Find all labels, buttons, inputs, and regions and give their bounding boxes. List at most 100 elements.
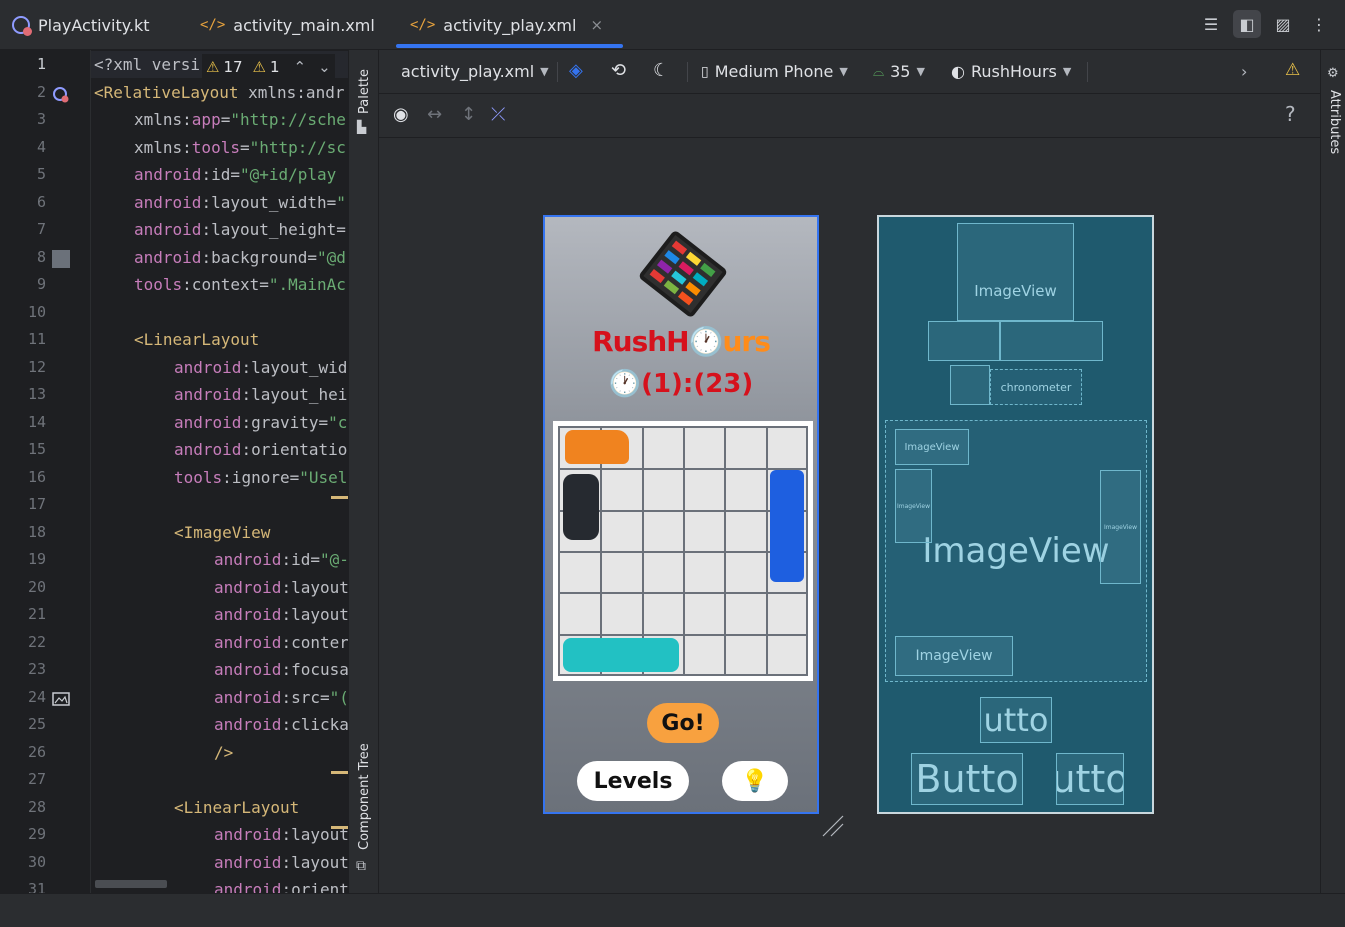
help-icon[interactable]: ? xyxy=(1285,102,1296,126)
night-mode-icon[interactable]: ☾ xyxy=(653,60,669,81)
code-line[interactable]: xmlns:tools="http://sc xyxy=(91,134,346,161)
blueprint-preview[interactable]: ImageView chronometer ImageView ImageVie… xyxy=(877,215,1154,814)
code-line[interactable]: <RelativeLayout xmlns:andr xyxy=(91,79,344,106)
code-line[interactable]: android:layout_width=" xyxy=(91,189,346,216)
blueprint-chronometer[interactable]: chronometer xyxy=(990,369,1082,405)
code-line[interactable]: android:clicka xyxy=(91,711,348,738)
code-line[interactable]: android:layout_height= xyxy=(91,216,346,243)
code-line[interactable]: android:focusa xyxy=(91,656,348,683)
code-line[interactable]: android:orientatio xyxy=(91,436,347,463)
tab-activity-main-xml[interactable]: </> activity_main.xml xyxy=(200,0,375,50)
code-line[interactable]: xmlns:app="http://sche xyxy=(91,106,346,133)
code-editor[interactable]: <?xml versi <RelativeLayout xmlns:andr xml… xyxy=(90,50,348,893)
issues-warning-icon[interactable]: ⚠ xyxy=(1285,60,1300,80)
levels-button[interactable]: Levels xyxy=(577,761,689,801)
cyan-truck[interactable] xyxy=(563,638,679,672)
blueprint-imageview-car-4[interactable]: ImageView xyxy=(895,636,1013,676)
code-line[interactable]: android:layout xyxy=(91,821,348,848)
code-line[interactable]: android:layout xyxy=(91,601,348,628)
blueprint-hint-button[interactable]: utto xyxy=(1056,753,1124,805)
device-selector[interactable]: ▯ Medium Phone ▼ xyxy=(701,62,848,81)
code-line[interactable]: android:layout_wid xyxy=(91,354,347,381)
file-selector[interactable]: activity_play.xml ▼ xyxy=(401,62,549,81)
design-view-icon[interactable]: ▨ xyxy=(1269,10,1297,38)
design-surface-icon[interactable]: ◈ xyxy=(569,60,583,81)
code-line[interactable] xyxy=(91,491,94,518)
orange-car[interactable] xyxy=(565,430,629,464)
split-view-icon[interactable]: ◧ xyxy=(1233,10,1261,38)
go-button[interactable]: Go! xyxy=(647,703,719,743)
code-token: android xyxy=(174,440,242,459)
activity-gutter-icon[interactable] xyxy=(52,85,70,103)
code-line[interactable]: android:id="@- xyxy=(91,546,348,573)
chevron-right-icon[interactable]: › xyxy=(1241,62,1247,81)
inspection-widget[interactable]: ⚠ 17 ⚠ 1 ⌃ ⌄ xyxy=(202,54,335,80)
line-number: 4 xyxy=(36,137,46,156)
code-line[interactable]: android:layout xyxy=(91,849,348,876)
code-line[interactable]: <LinearLayout xyxy=(91,794,299,821)
resize-handle-icon[interactable] xyxy=(821,814,845,838)
code-line[interactable] xyxy=(91,766,94,793)
design-canvas[interactable]: RushH🕐urs 🕐(1):(23) Go! Levels 💡 ImageVi… xyxy=(379,138,1320,893)
more-options-icon[interactable]: ⋮ xyxy=(1305,10,1333,38)
code-line[interactable]: /> xyxy=(91,739,233,766)
code-line[interactable]: android:id="@+id/play xyxy=(91,161,336,188)
constraint-autoconnect-icon[interactable]: ⤫ xyxy=(491,104,505,125)
blue-truck[interactable] xyxy=(770,470,804,582)
blueprint-imageview-car-1[interactable]: ImageView xyxy=(895,429,969,465)
code-line[interactable]: tools:context=".MainAc xyxy=(91,271,346,298)
blueprint-imageview-logo[interactable]: ImageView xyxy=(957,223,1074,321)
image-preview-icon[interactable] xyxy=(52,690,70,708)
code-line[interactable]: <LinearLayout xyxy=(91,326,259,353)
tab-activity-play-xml[interactable]: </> activity_play.xml × xyxy=(395,0,624,50)
code-token: android xyxy=(174,357,242,377)
code-token: = xyxy=(239,137,250,157)
clock-icon: 🕐 xyxy=(688,325,724,358)
file-selector-label: activity_play.xml xyxy=(401,62,535,81)
code-line[interactable]: <ImageView xyxy=(91,519,270,546)
code-line[interactable]: android:gravity="c xyxy=(91,409,347,436)
hint-button[interactable]: 💡 xyxy=(722,761,788,801)
code-token: :id= xyxy=(201,165,240,184)
black-car[interactable] xyxy=(563,474,599,540)
tab-playactivity-kt[interactable]: PlayActivity.kt xyxy=(12,0,150,50)
component-tree-tab[interactable]: Component Tree xyxy=(357,743,372,850)
blueprint-levels-button[interactable]: Butto xyxy=(911,753,1023,805)
game-board[interactable] xyxy=(553,421,813,681)
api-level-selector[interactable]: ⌓ 35 ▼ xyxy=(873,62,925,81)
title-part-1: RushH xyxy=(592,325,690,358)
code-line[interactable]: android:conter xyxy=(91,629,348,656)
code-line[interactable]: android:background="@d xyxy=(91,244,346,271)
blueprint-imageview-car-3[interactable]: ImageView xyxy=(1100,470,1141,584)
blueprint-label: chronometer xyxy=(1000,380,1072,394)
blueprint-clock-icon[interactable] xyxy=(950,365,990,405)
vertical-resize-icon[interactable]: ↕ xyxy=(461,104,476,125)
view-options-eye-icon[interactable]: ◉ xyxy=(393,104,409,125)
app-logo-image[interactable] xyxy=(633,229,733,319)
code-line[interactable]: android:src="( xyxy=(91,684,348,711)
board-grid[interactable] xyxy=(558,426,808,676)
color-preview-icon[interactable] xyxy=(52,249,70,268)
code-view-icon[interactable]: ☰ xyxy=(1197,10,1225,38)
phone-preview[interactable]: RushH🕐urs 🕐(1):(23) Go! Levels 💡 xyxy=(543,215,819,814)
palette-tab[interactable]: Palette xyxy=(357,69,372,114)
attributes-tab[interactable]: Attributes xyxy=(1327,90,1342,154)
code-line[interactable]: android:layout xyxy=(91,574,348,601)
blueprint-title-right[interactable] xyxy=(1000,321,1103,361)
next-highlight-icon[interactable]: ⌄ xyxy=(318,58,331,76)
orientation-icon[interactable]: ⟲ xyxy=(611,60,626,81)
blueprint-title-left[interactable] xyxy=(928,321,1000,361)
blueprint-go-button[interactable]: utto xyxy=(980,697,1052,743)
horizontal-resize-icon[interactable]: ↔ xyxy=(427,104,442,125)
line-number: 17 xyxy=(27,495,46,513)
theme-selector[interactable]: ◐ RushHours ▼ xyxy=(951,62,1071,81)
code-line[interactable]: android:orient xyxy=(91,876,348,893)
close-tab-icon[interactable]: × xyxy=(590,16,603,34)
line-number: 20 xyxy=(27,577,46,596)
code-line[interactable] xyxy=(91,299,94,326)
code-line[interactable]: android:layout_hei xyxy=(91,381,347,408)
previous-highlight-icon[interactable]: ⌃ xyxy=(294,58,307,76)
blueprint-imageview-car-2[interactable]: ImageView xyxy=(895,469,932,543)
code-line[interactable]: tools:ignore="Usel xyxy=(91,464,347,491)
code-token: :ignore= xyxy=(222,467,300,487)
